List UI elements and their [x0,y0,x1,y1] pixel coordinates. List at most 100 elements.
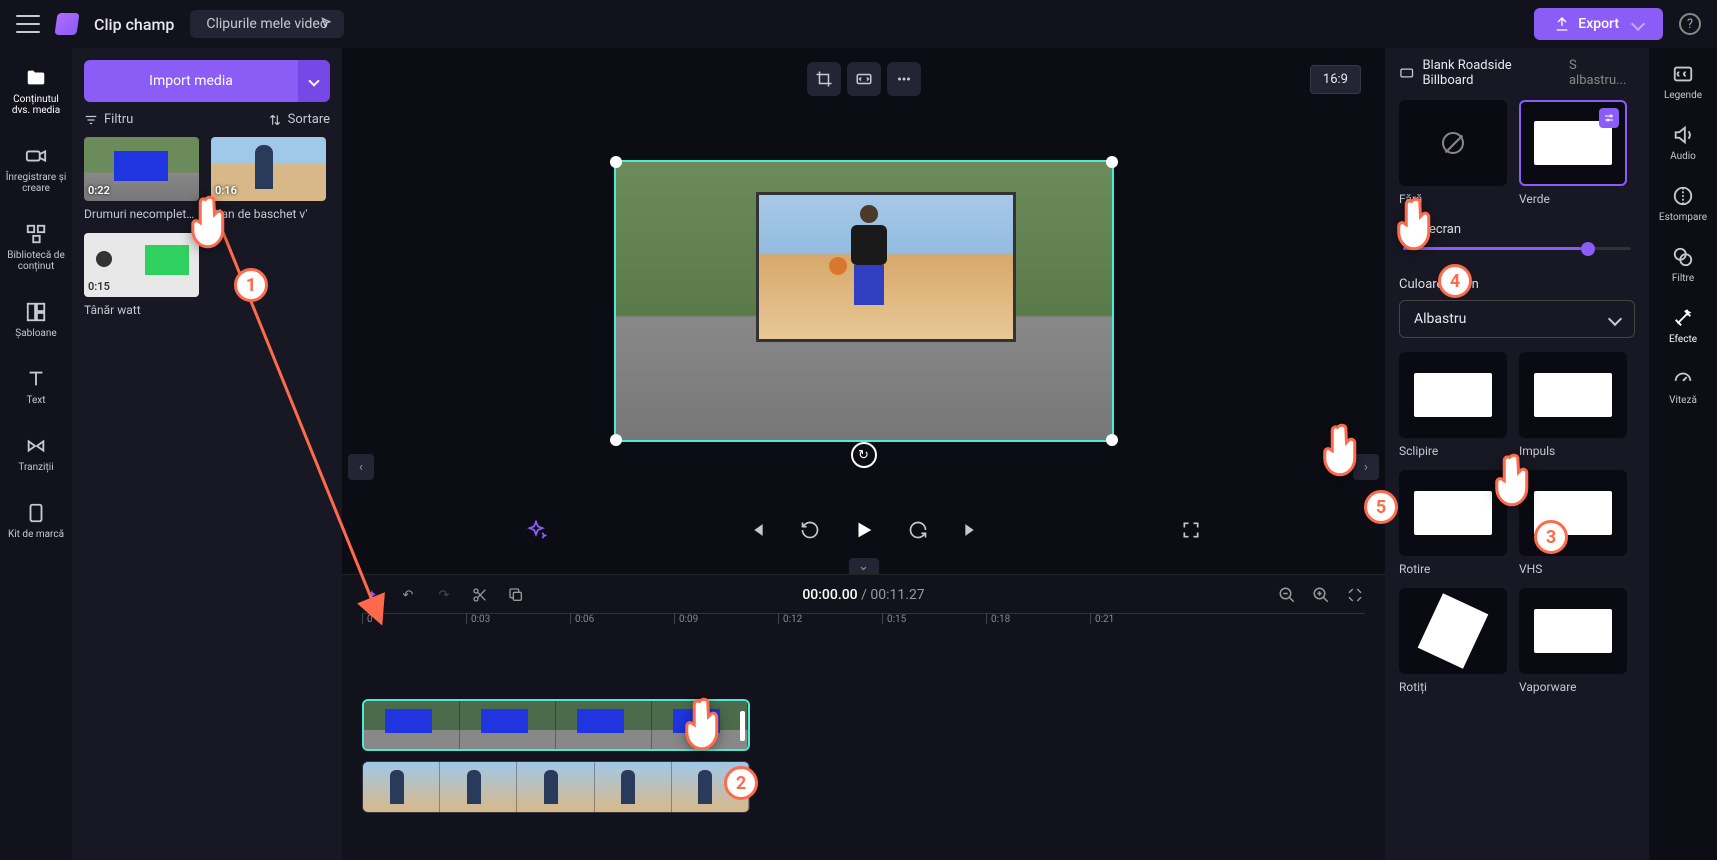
media-thumbnail[interactable]: 0:15 [84,233,199,297]
aspect-ratio[interactable]: 16:9 [1310,65,1361,94]
effect-label: Verde [1519,192,1627,206]
sort-icon [268,113,282,127]
threshold-label: Prag ecran [1399,222,1635,237]
tutorial-step-badge: 4 [1438,264,1472,298]
crop-icon [815,70,833,88]
effect-impuls[interactable] [1519,352,1627,438]
replay-icon[interactable]: ↻ [851,442,877,468]
resize-handle[interactable] [1106,156,1118,168]
rail-fade[interactable]: Estompare [1659,184,1707,223]
effect-label: Rotiți [1399,680,1507,694]
preview-canvas[interactable]: ↻ [614,160,1114,442]
fit-icon [855,70,873,88]
chevron-down-icon [1608,312,1622,326]
dots-icon [895,70,913,88]
ai-button[interactable] [522,516,550,544]
chevron-down-icon [308,75,319,86]
seek-fwd-button[interactable] [904,516,932,544]
rail-effects[interactable]: Efecte [1669,306,1697,345]
clip-icon [1399,65,1414,81]
resize-handle[interactable] [610,434,622,446]
zoom-fit-icon [1346,586,1364,604]
effect-rotire[interactable] [1399,470,1507,556]
transitions-icon [25,435,47,457]
zoom-in-button[interactable] [1311,585,1331,605]
effect-label: Sclipire [1399,444,1507,458]
menu-icon[interactable] [16,15,40,33]
rail-record[interactable]: Înregistrare și creare [0,140,72,198]
timeline-clip[interactable] [362,699,750,751]
timeline-ruler[interactable]: 0 0:03 0:06 0:09 0:12 0:15 0:18 0:21 [362,613,1365,639]
video-frame [616,162,1112,440]
fullscreen-icon [1181,520,1201,540]
rail-brandkit[interactable]: Kit de marcă [0,497,72,544]
skip-start-icon [746,520,766,540]
person-figure [839,205,899,315]
import-media-dropdown[interactable] [298,60,330,102]
undo-button[interactable]: ↶ [398,585,418,605]
media-duration: 0:15 [88,280,110,293]
media-thumbnail[interactable]: 0:16 [211,137,326,201]
resize-handle[interactable] [610,156,622,168]
rail-library[interactable]: Bibliotecă de conținut [0,218,72,276]
effect-sclipire[interactable] [1399,352,1507,438]
help-icon[interactable]: ? [1679,13,1701,35]
redo-button[interactable]: ↷ [434,585,454,605]
playback-time: 00:00.00 / 00:11.27 [802,587,924,603]
screencolor-dropdown[interactable]: Albastru [1399,300,1635,338]
media-title: Tânăr watt [84,303,199,317]
breadcrumb-clip[interactable]: Blank Roadside Billboard [1422,58,1561,88]
copy-button[interactable] [506,585,526,605]
effect-label: Rotire [1399,562,1507,576]
import-media-button[interactable]: Import media [84,60,298,102]
zoom-out-button[interactable] [1277,585,1297,605]
fullscreen-button[interactable] [1177,516,1205,544]
effect-rotiti[interactable] [1399,588,1507,674]
rail-templates[interactable]: Șabloane [0,296,72,343]
camera-icon [25,145,47,167]
copy-icon [508,587,524,603]
audio-icon [1672,124,1694,146]
more-button[interactable] [887,62,921,96]
crop-button[interactable] [807,62,841,96]
rail-transitions[interactable]: Tranziții [0,430,72,477]
adjust-effect-button[interactable] [1599,108,1619,128]
none-icon [1442,132,1464,154]
resize-handle[interactable] [1106,434,1118,446]
tutorial-step-badge: 1 [234,268,268,302]
rail-captions[interactable]: Legende [1664,62,1702,101]
media-item[interactable]: 0:15 Tânăr watt [84,233,199,317]
rail-text[interactable]: Text [0,363,72,410]
export-button[interactable]: Export [1534,8,1663,40]
seek-back-button[interactable] [796,516,824,544]
document-name[interactable]: Clipurile mele video [190,10,343,38]
app-name: Clip champ [94,15,174,34]
skip-end-button[interactable] [958,516,986,544]
skip-start-button[interactable] [742,516,770,544]
clip-trim-handle[interactable] [740,711,745,741]
rail-speed[interactable]: Viteză [1669,367,1697,406]
sort-button[interactable]: Sortare [268,112,330,127]
filter-button[interactable]: Filtru [84,112,133,127]
seek-back-icon [800,520,820,540]
timeline-clip[interactable] [362,761,750,813]
library-icon [25,223,47,245]
rail-media[interactable]: Conținutul dvs. media [0,62,72,120]
zoom-fit-button[interactable] [1345,585,1365,605]
effect-label: VHS [1519,562,1627,576]
collapse-timeline[interactable]: ⌄ [849,558,879,574]
media-thumbnail[interactable]: 0:22 [84,137,199,201]
captions-icon [1672,63,1694,85]
split-button[interactable] [470,585,490,605]
threshold-slider[interactable] [1403,247,1631,261]
rail-audio[interactable]: Audio [1670,123,1696,162]
fit-button[interactable] [847,62,881,96]
effect-none[interactable] [1399,100,1507,186]
rail-filters[interactable]: Filtre [1671,245,1695,284]
media-item[interactable]: 0:22 Drumuri necompletete [84,137,199,221]
play-button[interactable] [850,516,878,544]
skip-end-icon [962,520,982,540]
effect-vaporware[interactable] [1519,588,1627,674]
slider-knob[interactable] [1581,242,1595,256]
effect-green-screen[interactable] [1519,100,1627,186]
